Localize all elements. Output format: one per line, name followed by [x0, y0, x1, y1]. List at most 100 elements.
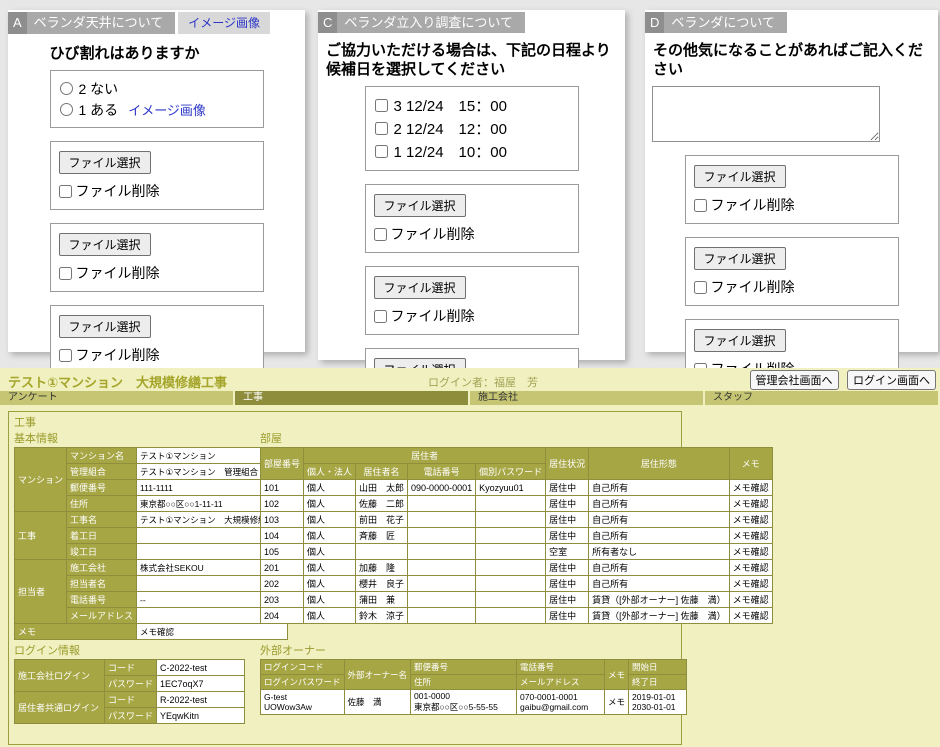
cell-ownership: 自己所有	[589, 576, 730, 592]
group-mansion: マンション	[15, 448, 67, 512]
panel-a-image-chip: イメージ画像	[178, 12, 270, 34]
file-select-button[interactable]: ファイル選択	[59, 315, 151, 338]
tab-staff[interactable]: スタッフ	[705, 391, 940, 405]
radio-option-aru[interactable]: 1 ある イメージ画像	[60, 99, 254, 120]
tab-bar: アンケート 工事 施工会社 スタッフ	[0, 391, 940, 405]
file-select-button[interactable]: ファイル選択	[694, 329, 786, 352]
password-value: YEqwKitn	[157, 708, 245, 724]
file-delete-label: ファイル削除	[76, 345, 160, 365]
cell-password	[476, 496, 546, 512]
login-screen-button[interactable]: ログイン画面へ	[847, 370, 936, 390]
date-option[interactable]: 3 12/24 15：00	[375, 94, 569, 117]
memo-link[interactable]: メモ確認	[733, 563, 769, 573]
date-checkbox[interactable]	[375, 145, 388, 158]
image-link[interactable]: イメージ画像	[188, 16, 260, 30]
admin-header: テスト①マンション 大規模修繕工事 ログイン者：福屋 芳 管理会社画面へ ログイ…	[0, 368, 940, 391]
rooms-caption: 部屋	[260, 432, 773, 446]
file-delete-checkbox[interactable]	[59, 185, 72, 198]
cell-password	[476, 592, 546, 608]
cell-owner-name: 佐藤 満	[344, 690, 411, 715]
cell-type: 個人	[304, 608, 356, 624]
radio-label: 1 ある	[79, 100, 119, 120]
file-delete-checkbox[interactable]	[59, 267, 72, 280]
panel-c-options-box: 3 12/24 15：00 2 12/24 12：00 1 12/24 10：0…	[365, 86, 579, 171]
code-value: R-2022-test	[157, 692, 245, 708]
file-delete-option[interactable]: ファイル削除	[694, 195, 890, 215]
memo-link[interactable]: メモ確認	[733, 515, 769, 525]
memo-link[interactable]: メモ確認	[733, 611, 769, 621]
radio-input-nai[interactable]	[60, 82, 73, 95]
cell-name: 前田 花子	[356, 512, 408, 528]
file-select-button[interactable]: ファイル選択	[374, 194, 466, 217]
file-select-button[interactable]: ファイル選択	[59, 233, 151, 256]
field-label: 住所	[67, 496, 137, 512]
col-status: 居住状況	[546, 448, 589, 480]
cell-room-no: 102	[261, 496, 304, 512]
cell-ownership: 賃貸（[外部オーナー] 佐藤 満）	[589, 608, 730, 624]
file-select-button[interactable]: ファイル選択	[59, 151, 151, 174]
memo-link[interactable]: メモ確認	[733, 499, 769, 509]
cell-name: 山田 太郎	[356, 480, 408, 496]
col-login-code: ログインコード	[261, 660, 345, 675]
radio-option-nai[interactable]: 2 ない	[60, 78, 254, 99]
tab-survey[interactable]: アンケート	[0, 391, 235, 405]
file-delete-checkbox[interactable]	[694, 199, 707, 212]
file-delete-option[interactable]: ファイル削除	[59, 345, 255, 365]
panel-d: D ベランダについて その他気になることがあればご記入ください ファイル選択 フ…	[645, 10, 938, 352]
memo-link[interactable]: メモ確認	[140, 627, 174, 637]
file-delete-option[interactable]: ファイル削除	[374, 306, 570, 326]
col-ownership: 居住形態	[589, 448, 730, 480]
date-option[interactable]: 2 12/24 12：00	[375, 117, 569, 140]
cell-ownership: 自己所有	[589, 496, 730, 512]
login-group: 居住者共通ログイン	[15, 692, 105, 724]
tab-construction[interactable]: 工事	[235, 391, 470, 405]
date-option[interactable]: 1 12/24 10：00	[375, 140, 569, 163]
file-select-button[interactable]: ファイル選択	[694, 247, 786, 270]
password-label: パスワード	[105, 676, 157, 692]
file-delete-option[interactable]: ファイル削除	[694, 277, 890, 297]
cell-phone	[408, 528, 476, 544]
file-delete-checkbox[interactable]	[59, 349, 72, 362]
tab-contractor[interactable]: 施工会社	[470, 391, 705, 405]
file-delete-checkbox[interactable]	[694, 281, 707, 294]
cell-type: 個人	[304, 480, 356, 496]
file-select-button[interactable]: ファイル選択	[374, 276, 466, 299]
cell-password	[476, 576, 546, 592]
cell-password	[476, 560, 546, 576]
file-delete-label: ファイル削除	[391, 224, 475, 244]
date-label: 3 12/24 15：00	[394, 95, 507, 116]
field-label: メールアドレス	[67, 608, 137, 624]
file-delete-checkbox[interactable]	[374, 228, 387, 241]
cell-room-no: 103	[261, 512, 304, 528]
image-link[interactable]: イメージ画像	[128, 100, 206, 119]
memo-link[interactable]: メモ確認	[733, 531, 769, 541]
code-label: コード	[105, 660, 157, 676]
memo-link[interactable]: メモ確認	[733, 579, 769, 589]
table-row: G-test UOWow3Aw 佐藤 満 001-0000 東京都○○区○○5-…	[261, 690, 687, 715]
cell-ownership: 賃貸（[外部オーナー] 佐藤 満）	[589, 592, 730, 608]
cell-ownership: 所有者なし	[589, 544, 730, 560]
memo-link[interactable]: メモ確認	[733, 483, 769, 493]
cell-phone	[408, 512, 476, 528]
memo-link[interactable]: メモ確認	[733, 595, 769, 605]
file-delete-option[interactable]: ファイル削除	[374, 224, 570, 244]
memo-link[interactable]: メモ	[608, 697, 625, 707]
management-screen-button[interactable]: 管理会社画面へ	[750, 370, 839, 390]
memo-link[interactable]: メモ確認	[733, 547, 769, 557]
cell-room-no: 101	[261, 480, 304, 496]
file-delete-option[interactable]: ファイル削除	[59, 263, 255, 283]
file-select-button[interactable]: ファイル選択	[694, 165, 786, 188]
date-checkbox[interactable]	[375, 99, 388, 112]
free-comment-textarea[interactable]	[652, 86, 880, 142]
table-row: 103 個人 前田 花子 居住中 自己所有 メモ確認	[261, 512, 773, 528]
cell-type: 個人	[304, 560, 356, 576]
table-row: 104 個人 斉藤 匠 居住中 自己所有 メモ確認	[261, 528, 773, 544]
radio-label: 2 ない	[79, 79, 119, 99]
file-delete-checkbox[interactable]	[374, 310, 387, 323]
radio-input-aru[interactable]	[60, 103, 73, 116]
cell-name: 斉藤 匠	[356, 528, 408, 544]
file-delete-option[interactable]: ファイル削除	[59, 181, 255, 201]
cell-type: 個人	[304, 592, 356, 608]
date-checkbox[interactable]	[375, 122, 388, 135]
tables-grid: 基本情報 マンション マンション名 テスト①マンション 管理組合 テスト①マンシ…	[14, 432, 676, 724]
